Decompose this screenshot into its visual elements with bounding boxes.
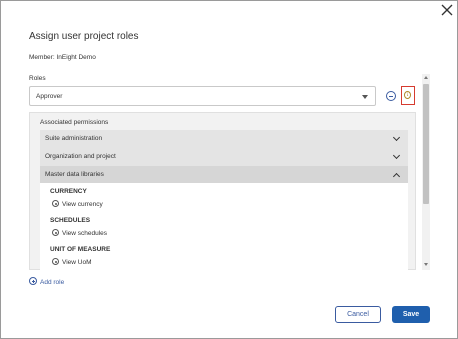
chevron-down-icon (392, 133, 401, 142)
close-icon[interactable] (440, 3, 454, 17)
permission-item: View schedules (52, 229, 107, 237)
member-label: Member: InEight Demo (29, 54, 96, 61)
caret-down-icon (362, 95, 368, 99)
group-title: UNIT OF MEASURE (50, 246, 111, 253)
info-icon[interactable]: i (404, 91, 411, 99)
permission-item: View currency (52, 200, 103, 208)
roles-label: Roles (29, 75, 46, 82)
chevron-up-icon (392, 172, 401, 181)
role-select[interactable]: Approver (29, 86, 376, 106)
role-select-value: Approver (36, 93, 63, 100)
chevron-down-icon (392, 151, 401, 160)
section-label: Master data libraries (45, 171, 104, 178)
cancel-button[interactable]: Cancel (335, 306, 381, 323)
scroll-down-arrow-icon[interactable] (424, 263, 428, 266)
section-organization-and-project[interactable]: Organization and project (40, 148, 408, 166)
section-master-data-libraries[interactable]: Master data libraries (40, 166, 408, 184)
eye-icon (52, 258, 59, 265)
minus-circle-icon[interactable] (386, 91, 396, 101)
eye-icon (52, 200, 59, 207)
plus-circle-icon (29, 277, 37, 285)
permissions-title: Associated permissions (40, 119, 109, 126)
add-role-link[interactable]: Add role (29, 277, 64, 286)
eye-icon (52, 229, 59, 236)
info-highlight: i (401, 86, 415, 105)
scroll-up-arrow-icon[interactable] (424, 76, 428, 79)
group-title: CURRENCY (50, 188, 87, 195)
permissions-panel: Associated permissions Suite administrat… (29, 112, 416, 271)
scrollbar-thumb[interactable] (423, 84, 429, 204)
section-content: CURRENCY View currency SCHEDULES View sc… (40, 183, 408, 271)
section-label: Suite administration (45, 135, 103, 142)
section-suite-administration[interactable]: Suite administration (40, 130, 408, 148)
save-button[interactable]: Save (392, 306, 430, 323)
dialog-title: Assign user project roles (29, 31, 139, 42)
permission-item: View UoM (52, 258, 92, 266)
section-label: Organization and project (45, 153, 116, 160)
group-title: SCHEDULES (50, 217, 91, 224)
